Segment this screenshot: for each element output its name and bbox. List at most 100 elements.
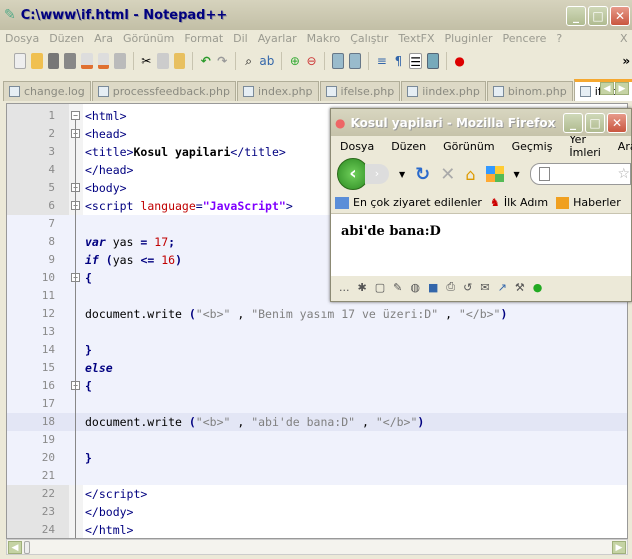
code-token: "JavaScript" [202,199,286,213]
save-icon[interactable] [47,53,60,69]
replace-icon[interactable]: ab [259,53,274,69]
firefox-close-button[interactable]: ✕ [607,113,627,133]
menu-item[interactable]: Pluginler [440,30,498,47]
code-token: language [140,199,196,213]
save-all-icon[interactable] [64,53,76,69]
maximize-button[interactable]: □ [588,6,608,26]
addon-icon[interactable]: ▢ [375,281,385,294]
copy-icon[interactable] [157,53,169,69]
monitor-icon[interactable] [426,53,440,69]
tab[interactable]: binom.php [486,81,573,101]
menu-item[interactable]: Ara [89,30,118,47]
tab[interactable]: iindex.php [401,81,486,101]
tab[interactable]: change.log [3,81,91,101]
zoom-in-icon[interactable]: ⊕ [289,53,301,69]
tab-scroll-right-button[interactable]: ▶ [615,82,629,95]
scroll-thumb[interactable] [24,541,30,554]
history-dropdown-icon[interactable]: ▼ [399,170,405,179]
bookmark-star-icon[interactable]: ☆ [617,166,630,182]
home-icon[interactable]: ⌂ [465,165,475,184]
sync-horizontal-icon[interactable] [349,53,362,69]
stop-icon[interactable]: ✕ [440,164,455,185]
menu-item[interactable]: Format [179,30,228,47]
line-number: 1 [48,109,55,122]
firefox-menu-item[interactable]: Düzen [382,140,434,153]
minimize-button[interactable]: _ [566,6,586,26]
record-macro-icon[interactable]: ● [454,53,466,69]
speed-dial-dropdown-icon[interactable]: ▼ [514,170,520,179]
firefox-menu-item[interactable]: Geçmiş [503,140,561,153]
edit-icon[interactable]: ✎ [393,281,402,294]
close-file-icon[interactable] [80,53,93,69]
forward-button[interactable]: › [365,164,389,184]
menu-item[interactable]: Dil [228,30,253,47]
menu-item[interactable]: Ayarlar [253,30,302,47]
chart-icon[interactable]: ↗ [498,281,507,294]
open-file-icon[interactable] [31,53,43,69]
print-icon[interactable] [114,53,126,69]
menu-item[interactable]: Çalıştır [345,30,393,47]
network-icon[interactable]: ◍ [410,281,420,294]
firefox-title-bar: ● Kosul yapilari - Mozilla Firefox _ □ ✕ [331,109,631,136]
close-all-icon[interactable] [97,53,110,69]
save-icon[interactable]: ■ [428,281,438,294]
code-line: 15 else [7,359,627,377]
word-wrap-icon[interactable]: ≡ [376,53,388,69]
scroll-left-button[interactable]: ◀ [8,541,22,554]
line-number: 8 [48,235,55,248]
line-number: 11 [41,289,55,302]
code-token: ; [168,235,176,249]
sync-vertical-icon[interactable] [332,53,345,69]
line-number: 10 [41,271,55,284]
tab[interactable]: index.php [237,81,319,101]
bookmark-getting-started[interactable]: İlk Adım [504,196,548,209]
show-all-chars-icon[interactable]: ¶ [393,53,405,69]
bookmark-news[interactable]: Haberler [573,196,621,209]
refresh-icon[interactable]: ↺ [463,281,472,294]
toolbar-overflow-icon[interactable]: » [620,53,632,69]
firefox-minimize-button[interactable]: _ [563,113,583,133]
close-document-button[interactable]: X [620,32,628,45]
new-file-icon[interactable] [14,53,27,69]
firefox-menu-item[interactable]: Görünüm [434,140,502,153]
redo-icon[interactable]: ↷ [217,53,229,69]
speed-dial-icon[interactable] [485,166,504,182]
print-icon[interactable]: ⎙ [446,280,455,294]
undo-icon[interactable]: ↶ [200,53,212,69]
scroll-right-button[interactable]: ▶ [612,541,626,554]
firebug-icon[interactable]: ✱ [358,281,367,294]
tab[interactable]: ifelse.php [319,81,401,101]
menu-item[interactable]: Makro [302,30,346,47]
url-bar[interactable]: ☆ [529,163,631,185]
fold-toggle-icon[interactable]: − [71,111,80,120]
tab-scroll-left-button[interactable]: ◀ [600,82,614,95]
menu-item[interactable]: Düzen [44,30,89,47]
reload-icon[interactable]: ↻ [415,164,430,185]
mail-icon[interactable]: ✉ [480,281,489,294]
menu-item[interactable]: TextFX [393,30,439,47]
cut-icon[interactable]: ✂ [140,53,152,69]
close-button[interactable]: ✕ [610,6,630,26]
code-line: 18 document.write ("<b>" , "abi'de bana:D… [7,413,627,431]
code-token: { [85,271,92,285]
menu-item[interactable]: Dosya [0,30,44,47]
zoom-out-icon[interactable]: ⊖ [306,53,318,69]
bookmark-most-visited[interactable]: En çok ziyaret edilenler [353,196,482,209]
tab[interactable]: processfeedback.php [91,81,236,101]
code-token: , [230,415,252,429]
firefox-menu-item[interactable]: Yer İmleri [560,133,608,159]
menu-item[interactable]: Görünüm [118,30,179,47]
code-token: </head> [85,163,134,177]
info-icon[interactable]: ● [533,281,543,294]
find-icon[interactable]: ⌕ [243,53,255,69]
tools-icon[interactable]: ⚒ [515,281,525,294]
code-token: </title> [230,145,286,159]
menu-item[interactable]: ? [551,30,567,47]
horizontal-scrollbar[interactable]: ◀ ▶ [6,539,628,555]
paste-icon[interactable] [173,53,186,69]
firefox-menu-item[interactable]: Dosya [331,140,382,153]
indent-guide-icon[interactable]: ☰ [409,53,422,69]
menu-item[interactable]: Pencere [498,30,552,47]
firefox-maximize-button[interactable]: □ [585,113,605,133]
firefox-menu-item[interactable]: Araçla [609,140,632,153]
